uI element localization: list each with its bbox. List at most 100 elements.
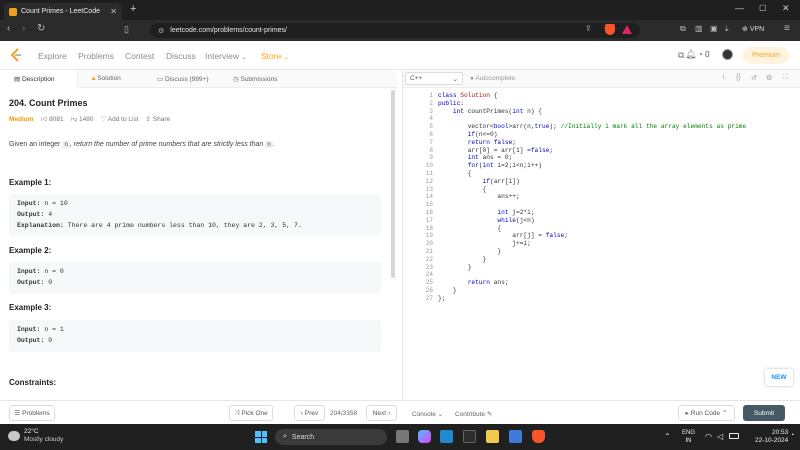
settings-icon[interactable]: ⚙ bbox=[766, 74, 772, 82]
avatar[interactable] bbox=[722, 49, 733, 60]
autocomplete-toggle[interactable]: ● Autocomplete bbox=[470, 75, 515, 82]
download-icon[interactable]: ⤓ bbox=[725, 24, 729, 34]
new-badge[interactable]: NEW bbox=[765, 369, 793, 386]
premium-button[interactable]: Premium bbox=[743, 47, 789, 64]
line-number: 15 bbox=[425, 201, 433, 209]
back-icon[interactable]: ‹ bbox=[7, 23, 10, 34]
reset-icon[interactable]: ↺ bbox=[751, 74, 757, 82]
line-number: 27 bbox=[425, 294, 433, 302]
tab-close-icon[interactable]: ✕ bbox=[110, 7, 117, 16]
leetcode-logo-icon[interactable] bbox=[10, 48, 23, 62]
leetcode-navbar: Explore Problems Contest Discuss Intervi… bbox=[0, 41, 800, 70]
volume-icon[interactable]: ◁ bbox=[717, 432, 723, 441]
coins-display[interactable]: ◔ 0 bbox=[698, 50, 710, 59]
run-code-button[interactable]: ▸ Run Code ⌃ bbox=[678, 405, 735, 421]
taskbar-search[interactable]: ⌕ Search bbox=[275, 429, 387, 445]
left-scrollbar[interactable] bbox=[391, 90, 395, 278]
problem-title: 204. Count Primes bbox=[9, 98, 88, 108]
nav-contest[interactable]: Contest bbox=[125, 51, 154, 61]
brave-shield-icon[interactable] bbox=[605, 24, 615, 35]
console-toggle[interactable]: Console ⌄ bbox=[412, 410, 443, 418]
lock-icon: 🔒︎ bbox=[92, 75, 96, 82]
nav-explore[interactable]: Explore bbox=[38, 51, 67, 61]
line-number: 21 bbox=[425, 247, 433, 255]
add-to-list-button[interactable]: ♡ Add to List bbox=[101, 115, 139, 123]
inline-code-n: n bbox=[265, 141, 273, 148]
wallet-icon[interactable]: ▣ bbox=[710, 24, 718, 33]
reload-icon[interactable]: ↻ bbox=[37, 23, 45, 34]
chevron-up-icon[interactable]: ⌃ bbox=[664, 432, 671, 441]
submit-button[interactable]: Submit bbox=[743, 405, 785, 421]
like-button[interactable]: 👍︎ 8081 bbox=[41, 115, 64, 123]
prev-button[interactable]: ‹ Prev bbox=[294, 405, 325, 421]
site-info-icon[interactable]: ⚙ bbox=[158, 27, 164, 35]
line-number: 18 bbox=[425, 224, 433, 232]
sidebar-icon[interactable]: ▥ bbox=[695, 24, 703, 33]
nav-discuss[interactable]: Discuss bbox=[166, 51, 196, 61]
pick-one-button[interactable]: ⤨ Pick One bbox=[229, 405, 273, 421]
maximize-icon[interactable]: ▢ bbox=[759, 3, 767, 12]
line-number: 1 bbox=[429, 92, 433, 99]
share-page-icon[interactable]: ⇪ bbox=[585, 24, 592, 33]
line-number: 4 bbox=[429, 115, 433, 123]
tab-discuss[interactable]: ▭ Discuss (999+) bbox=[157, 75, 208, 83]
tab-solution[interactable]: 🔒︎ Solution bbox=[92, 75, 121, 83]
example-heading: Example 1: bbox=[9, 178, 52, 187]
rewards-triangle-icon[interactable] bbox=[622, 25, 632, 34]
language-select[interactable]: C++ ⌄ bbox=[405, 72, 463, 85]
browser-tab-bar: Count Primes - LeetCode ✕ + — ▢ ✕ bbox=[0, 0, 800, 20]
terminal-icon[interactable] bbox=[463, 430, 476, 443]
play-icon: ▸ bbox=[685, 410, 689, 417]
chevron-left-icon: ‹ bbox=[300, 409, 303, 417]
address-bar: ‹ › ↻ ▯ ⚙ leetcode.com/problems/count-pr… bbox=[0, 20, 800, 41]
list-icon: ☰ bbox=[14, 410, 21, 417]
browser-tab[interactable]: Count Primes - LeetCode ✕ bbox=[4, 3, 122, 20]
language-indicator[interactable]: ENG IN bbox=[682, 429, 695, 445]
problems-button[interactable]: ☰ Problems bbox=[9, 405, 55, 421]
code-area[interactable]: class Solution { public: int countPrimes… bbox=[438, 92, 746, 303]
bookmark-icon[interactable]: ▯ bbox=[124, 24, 129, 35]
dislike-button[interactable]: 👎︎ 1480 bbox=[71, 115, 94, 123]
menu-icon[interactable]: ≡ bbox=[784, 23, 790, 34]
editor-toolbar: C++ ⌄ ● Autocomplete i {} ↺ ⚙ ⛶ bbox=[403, 70, 800, 88]
new-tab-icon[interactable]: + bbox=[130, 3, 136, 15]
line-number: 2 bbox=[429, 99, 433, 107]
chevron-up-icon: ⌃ bbox=[722, 410, 728, 417]
playground-icon[interactable]: ⧉ bbox=[678, 50, 684, 61]
minimize-icon[interactable]: — bbox=[735, 3, 744, 13]
example-block: Input: n = 10 Output: 4 Explanation: The… bbox=[9, 194, 381, 236]
next-button[interactable]: Next › bbox=[366, 405, 397, 421]
nav-interview[interactable]: Interview ⌄ bbox=[205, 51, 246, 61]
copilot-icon[interactable] bbox=[418, 430, 431, 443]
close-window-icon[interactable]: ✕ bbox=[782, 3, 790, 14]
vscode-icon[interactable] bbox=[440, 430, 453, 443]
task-view-icon[interactable] bbox=[396, 430, 409, 443]
line-number: 12 bbox=[425, 177, 433, 185]
forward-icon[interactable]: › bbox=[22, 23, 25, 34]
clock[interactable]: 20:53 22-10-2024 bbox=[755, 429, 788, 445]
weather-widget[interactable]: 22°C Mostly cloudy bbox=[8, 428, 63, 444]
line-number: 17 bbox=[425, 216, 433, 224]
app-icon[interactable] bbox=[509, 430, 522, 443]
nav-problems[interactable]: Problems bbox=[78, 51, 114, 61]
windows-start-icon[interactable] bbox=[255, 431, 267, 443]
share-button[interactable]: ⇪ Share bbox=[146, 115, 171, 123]
vpn-button[interactable]: ⊕ VPN bbox=[742, 25, 764, 33]
url-field[interactable]: ⚙ leetcode.com/problems/count-primes/ bbox=[150, 23, 640, 38]
brave-browser-icon[interactable] bbox=[532, 430, 545, 443]
extensions-icon[interactable]: ⧉ bbox=[680, 24, 686, 34]
example-block: Input: n = 1 Output: 0 bbox=[9, 320, 381, 352]
file-explorer-icon[interactable] bbox=[486, 430, 499, 443]
battery-icon[interactable] bbox=[729, 433, 739, 439]
braces-icon[interactable]: {} bbox=[736, 74, 741, 81]
wifi-icon[interactable]: ◠ bbox=[705, 432, 712, 441]
notification-bell-icon[interactable]: ◔ bbox=[790, 432, 794, 439]
nav-store[interactable]: Store ⌄ bbox=[261, 51, 289, 61]
tab-submissions[interactable]: ◷ Submissions bbox=[233, 75, 277, 83]
line-number: 3 bbox=[429, 107, 433, 115]
notifications-icon[interactable]: 🔔︎ bbox=[685, 49, 696, 60]
tab-description-label[interactable]: ▤ Description bbox=[14, 75, 54, 83]
contribute-link[interactable]: Contribute ✎ bbox=[455, 410, 492, 418]
info-icon[interactable]: i bbox=[723, 74, 725, 81]
fullscreen-icon[interactable]: ⛶ bbox=[783, 74, 788, 82]
